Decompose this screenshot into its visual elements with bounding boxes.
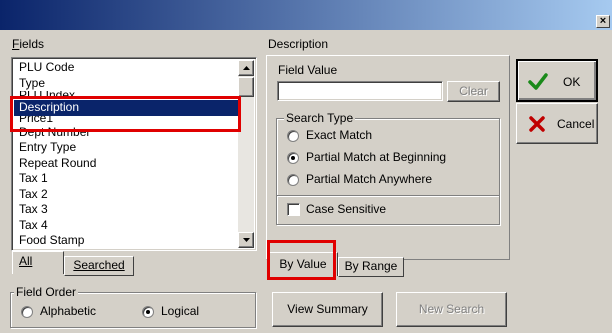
- tab-searched[interactable]: Searched: [64, 256, 134, 276]
- arrow-down-icon: [243, 238, 250, 242]
- list-item-selected[interactable]: Description: [14, 100, 238, 116]
- list-item[interactable]: Tax 3: [14, 202, 238, 218]
- scroll-thumb[interactable]: [238, 77, 254, 97]
- ok-button[interactable]: OK: [516, 59, 598, 102]
- field-order-title: Field Order: [14, 285, 79, 299]
- list-item[interactable]: Tax 1: [14, 171, 238, 187]
- list-item[interactable]: Tax 4: [14, 218, 238, 234]
- fields-label: Fields: [12, 37, 45, 51]
- search-type-divider: [277, 195, 499, 197]
- radio-partial-beginning[interactable]: [287, 152, 299, 164]
- fields-listbox[interactable]: PLU Code Type PLU Index Description Pric…: [11, 57, 257, 251]
- field-value-input[interactable]: [277, 81, 443, 101]
- cancel-button[interactable]: Cancel: [516, 103, 598, 144]
- list-item[interactable]: PLU Code: [14, 60, 238, 76]
- list-item[interactable]: Price1: [14, 116, 238, 125]
- list-item[interactable]: Type: [14, 76, 238, 92]
- x-icon: [529, 116, 545, 132]
- description-title: Description: [268, 37, 329, 51]
- ok-label: OK: [563, 75, 581, 89]
- radio-logical-label[interactable]: Logical: [161, 304, 199, 318]
- list-item[interactable]: Dept Number: [14, 125, 238, 141]
- close-icon: ×: [599, 15, 607, 27]
- arrow-up-icon: [243, 66, 250, 70]
- radio-exact-match-label[interactable]: Exact Match: [306, 128, 372, 142]
- list-item[interactable]: PLU Index: [14, 91, 238, 100]
- close-button[interactable]: ×: [596, 15, 610, 28]
- new-search-button[interactable]: New Search: [396, 292, 507, 327]
- tab-all[interactable]: All: [12, 251, 64, 274]
- radio-alphabetic[interactable]: [21, 306, 33, 318]
- radio-partial-anywhere[interactable]: [287, 174, 299, 186]
- title-bar: ×: [0, 0, 612, 30]
- cancel-label: Cancel: [557, 117, 595, 131]
- scroll-down-button[interactable]: [238, 232, 254, 248]
- search-type-title: Search Type: [284, 111, 356, 125]
- list-item[interactable]: Entry Type: [14, 140, 238, 156]
- case-sensitive-label[interactable]: Case Sensitive: [306, 202, 386, 216]
- radio-exact-match[interactable]: [287, 130, 299, 142]
- field-value-label: Field Value: [278, 63, 338, 77]
- fields-label-rest: ields: [19, 37, 45, 51]
- scroll-up-button[interactable]: [238, 60, 254, 76]
- tab-by-value[interactable]: By Value: [268, 252, 338, 276]
- radio-logical[interactable]: [142, 306, 154, 318]
- case-sensitive-checkbox[interactable]: [287, 203, 300, 216]
- radio-partial-beginning-label[interactable]: Partial Match at Beginning: [306, 150, 446, 164]
- radio-partial-anywhere-label[interactable]: Partial Match Anywhere: [306, 172, 432, 186]
- tab-by-range[interactable]: By Range: [338, 257, 404, 277]
- clear-button[interactable]: Clear: [447, 81, 500, 102]
- radio-alphabetic-label[interactable]: Alphabetic: [40, 304, 96, 318]
- fields-scrollbar[interactable]: [238, 60, 254, 248]
- list-item[interactable]: Food Stamp: [14, 233, 238, 249]
- view-summary-button[interactable]: View Summary: [272, 292, 383, 327]
- check-icon: [528, 73, 548, 90]
- list-item[interactable]: Tax 2: [14, 187, 238, 203]
- list-item[interactable]: Repeat Round: [14, 156, 238, 172]
